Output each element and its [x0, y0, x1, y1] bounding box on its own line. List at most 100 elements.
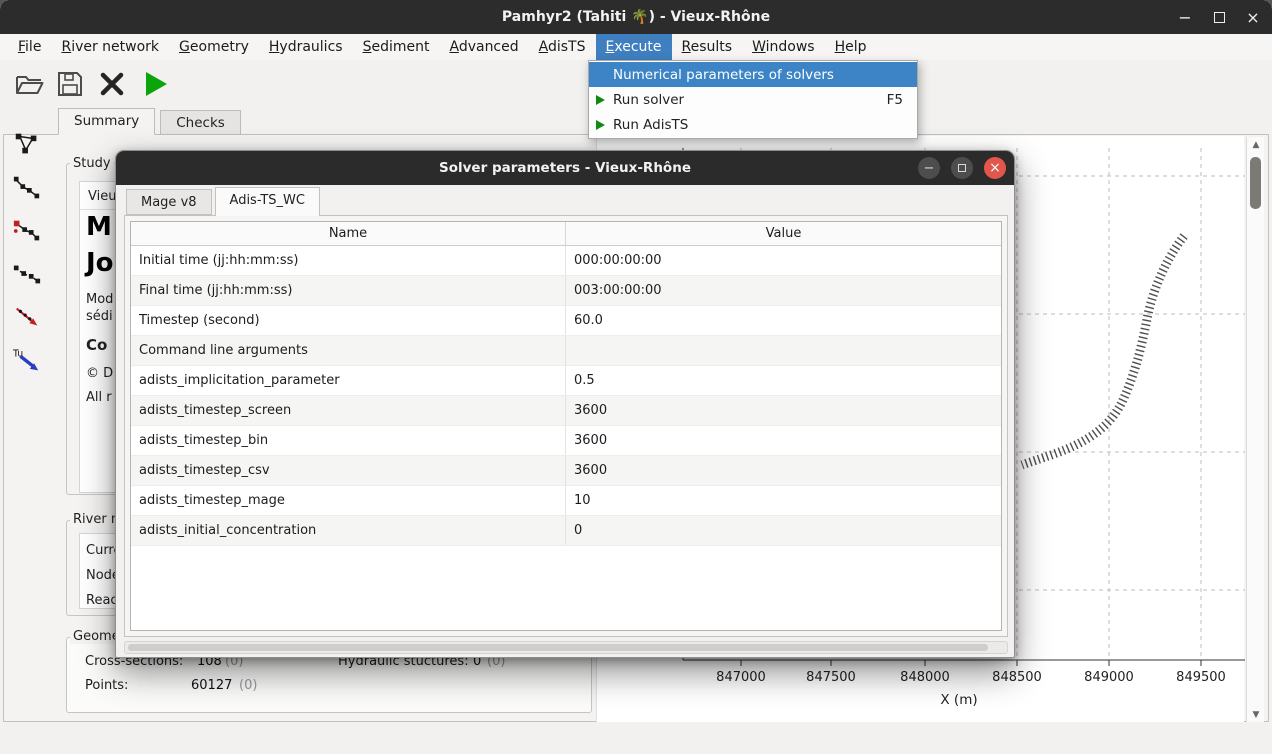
title-bar[interactable]: Pamhyr2 (Tahiti 🌴) - Vieux-Rhône − × — [0, 0, 1272, 34]
vertical-scrollbar[interactable]: ▲ ▼ — [1246, 137, 1264, 723]
river-network-icon — [12, 129, 42, 159]
param-value-cell[interactable]: 003:00:00:00 — [566, 276, 1001, 305]
menu-geometry[interactable]: Geometry — [169, 34, 259, 60]
solver-parameters-dialog: Solver parameters - Vieux-Rhône − × Mage… — [115, 150, 1015, 658]
table-row[interactable]: adists_timestep_bin3600 — [131, 426, 1001, 456]
hydraulic-conditions-icon — [12, 216, 42, 246]
tab-summary[interactable]: Summary — [58, 108, 155, 135]
param-value-cell[interactable]: 60.0 — [566, 306, 1001, 335]
column-header-name[interactable]: Name — [131, 222, 566, 245]
param-value-cell[interactable]: 3600 — [566, 396, 1001, 425]
param-value-cell[interactable] — [566, 336, 1001, 365]
save-study-button[interactable] — [52, 66, 88, 102]
close-study-button[interactable] — [94, 66, 130, 102]
param-value-cell[interactable]: 10 — [566, 486, 1001, 515]
table-row[interactable]: adists_timestep_mage10 — [131, 486, 1001, 516]
param-name-cell[interactable]: adists_timestep_bin — [131, 426, 566, 455]
menu-shortcut: F5 — [887, 92, 903, 108]
param-value-cell[interactable]: 0 — [566, 516, 1001, 545]
menu-advanced[interactable]: Advanced — [439, 34, 528, 60]
geometry-tool-button[interactable] — [10, 170, 44, 206]
param-name-cell[interactable]: adists_timestep_screen — [131, 396, 566, 425]
main-tab-bar: Summary Checks — [58, 108, 246, 135]
param-value-cell[interactable]: 000:00:00:00 — [566, 246, 1001, 275]
menu-icon-spacer — [594, 68, 613, 82]
x-axis-tick-label: 848000 — [900, 670, 950, 685]
menu-help[interactable]: Help — [825, 34, 877, 60]
scroll-up-arrow[interactable]: ▲ — [1247, 137, 1265, 153]
points-suffix: (0) — [239, 678, 257, 693]
param-name-cell[interactable]: Timestep (second) — [131, 306, 566, 335]
play-icon — [594, 93, 613, 107]
table-row[interactable]: adists_initial_concentration0 — [131, 516, 1001, 546]
param-name-cell[interactable]: adists_initial_concentration — [131, 516, 566, 545]
param-name-cell[interactable]: Final time (jj:hh:mm:ss) — [131, 276, 566, 305]
maximize-button[interactable] — [1210, 8, 1228, 26]
points-value: 60127 — [191, 678, 232, 693]
table-row[interactable]: adists_implicitation_parameter0.5 — [131, 366, 1001, 396]
tab-mage-v8[interactable]: Mage v8 — [126, 189, 212, 215]
hydraulics-tool-button[interactable] — [10, 213, 44, 249]
points-label: Points: — [85, 678, 128, 693]
minimize-button[interactable]: − — [1176, 8, 1194, 26]
menu-item-run-solver[interactable]: Run solver F5 — [589, 87, 917, 112]
x-axis-label: X (m) — [940, 692, 977, 708]
dialog-tab-bar: Mage v8 Adis-TS_WC — [126, 187, 323, 216]
menu-hydraulics[interactable]: Hydraulics — [259, 34, 353, 60]
scrollbar-thumb[interactable] — [1250, 157, 1261, 209]
study-title-fragment-2: Jo — [86, 248, 114, 278]
table-row[interactable]: adists_timestep_screen3600 — [131, 396, 1001, 426]
param-value-cell[interactable]: 3600 — [566, 426, 1001, 455]
menu-item-run-adists[interactable]: Run AdisTS — [589, 112, 917, 137]
tab-adis-ts-wc[interactable]: Adis-TS_WC — [215, 187, 320, 216]
menu-sediment[interactable]: Sediment — [353, 34, 440, 60]
dialog-title-bar[interactable]: Solver parameters - Vieux-Rhône − × — [116, 151, 1014, 185]
application-window: Pamhyr2 (Tahiti 🌴) - Vieux-Rhône − × Fil… — [0, 0, 1272, 754]
menu-file[interactable]: File — [8, 34, 51, 60]
param-value-cell[interactable]: 3600 — [566, 456, 1001, 485]
sediment-tool-button[interactable] — [10, 256, 44, 292]
menu-windows[interactable]: Windows — [742, 34, 825, 60]
table-row[interactable]: Timestep (second)60.0 — [131, 306, 1001, 336]
play-icon — [594, 118, 613, 132]
study-group-label: Study — [70, 156, 114, 171]
column-header-value[interactable]: Value — [566, 222, 1001, 245]
river-network-tool-button[interactable] — [10, 126, 44, 162]
study-title-fragment-1: M — [86, 212, 112, 242]
menu-item-numerical-parameters[interactable]: Numerical parameters of solvers — [589, 62, 917, 87]
param-name-cell[interactable]: adists_timestep_csv — [131, 456, 566, 485]
x-axis-tick-label: 849000 — [1084, 670, 1134, 685]
tab-checks[interactable]: Checks — [160, 110, 241, 135]
table-row[interactable]: adists_timestep_csv3600 — [131, 456, 1001, 486]
param-value-cell[interactable]: 0.5 — [566, 366, 1001, 395]
param-name-cell[interactable]: adists_implicitation_parameter — [131, 366, 566, 395]
window-controls: − × — [1176, 0, 1262, 34]
param-name-cell[interactable]: Initial time (jj:hh:mm:ss) — [131, 246, 566, 275]
window-title: Pamhyr2 (Tahiti 🌴) - Vieux-Rhône — [502, 9, 770, 25]
run-solver-button[interactable] — [138, 66, 174, 102]
x-axis-tick-label: 849500 — [1176, 670, 1226, 685]
close-button[interactable]: × — [1244, 8, 1262, 26]
menu-results[interactable]: Results — [672, 34, 743, 60]
menu-execute[interactable]: Execute — [596, 34, 672, 60]
menu-river-network[interactable]: River network — [51, 34, 169, 60]
river-network-fragment-3: Reac — [86, 593, 118, 608]
dialog-close-button[interactable]: × — [984, 157, 1006, 179]
save-icon — [56, 70, 84, 98]
param-name-cell[interactable]: Command line arguments — [131, 336, 566, 365]
sediment-transport-tool-button[interactable] — [10, 299, 44, 335]
menu-adists[interactable]: AdisTS — [529, 34, 596, 60]
study-text-fragment-5: All r — [86, 390, 112, 405]
solver-parameters-table: Name Value Initial time (jj:hh:mm:ss)000… — [130, 221, 1002, 631]
dialog-minimize-button[interactable]: − — [918, 157, 940, 179]
open-study-button[interactable] — [12, 66, 48, 102]
table-row[interactable]: Final time (jj:hh:mm:ss)003:00:00:00 — [131, 276, 1001, 306]
dialog-horizontal-scrollbar[interactable] — [124, 641, 1008, 654]
table-row[interactable]: Command line arguments — [131, 336, 1001, 366]
horizontal-scrollbar-thumb[interactable] — [128, 644, 988, 651]
param-name-cell[interactable]: adists_timestep_mage — [131, 486, 566, 515]
dialog-maximize-button[interactable] — [951, 157, 973, 179]
scroll-down-arrow[interactable]: ▼ — [1247, 707, 1265, 723]
table-row[interactable]: Initial time (jj:hh:mm:ss)000:00:00:00 — [131, 246, 1001, 276]
adists-tool-button[interactable]: Tu — [10, 342, 44, 378]
